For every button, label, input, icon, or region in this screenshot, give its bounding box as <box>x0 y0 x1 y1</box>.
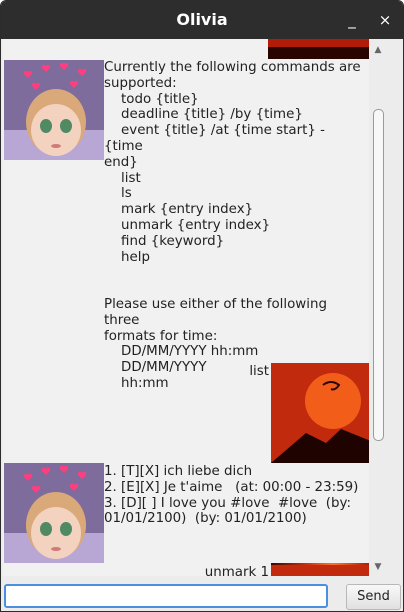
input-bar: Send <box>1 577 403 611</box>
chat-scrollbar[interactable]: ▲ ▼ <box>369 39 387 576</box>
scrollbar-thumb[interactable] <box>373 109 384 441</box>
user-message-unmark: unmark 1 <box>204 565 269 576</box>
bot-avatar <box>4 60 104 160</box>
bot-avatar-image <box>4 463 104 563</box>
user-message-list: list <box>249 364 269 379</box>
user-avatar <box>271 363 369 463</box>
chat-dialog-container[interactable]: Currently the following commands are sup… <box>3 39 369 576</box>
scroll-up-icon[interactable]: ▲ <box>372 45 384 55</box>
app-window: Olivia _ × Currently the following comma… <box>0 0 404 612</box>
send-button[interactable]: Send <box>346 584 401 610</box>
bot-message-list: 1. [T][X] ich liebe dich 2. [E][X] Je t'… <box>104 464 359 527</box>
user-avatar-image <box>268 39 369 59</box>
bot-avatar-image <box>4 60 104 160</box>
user-avatar <box>268 39 369 59</box>
bot-message-commands: Currently the following commands are sup… <box>104 60 361 391</box>
bot-avatar <box>4 463 104 563</box>
close-icon[interactable]: × <box>374 9 396 31</box>
scroll-down-icon[interactable]: ▼ <box>372 562 384 572</box>
message-input[interactable] <box>4 584 328 608</box>
user-avatar <box>271 563 369 576</box>
user-avatar-image <box>271 565 369 576</box>
minimize-icon[interactable]: _ <box>341 9 363 31</box>
user-avatar-image <box>271 363 369 463</box>
title-bar: Olivia _ × <box>1 1 403 39</box>
